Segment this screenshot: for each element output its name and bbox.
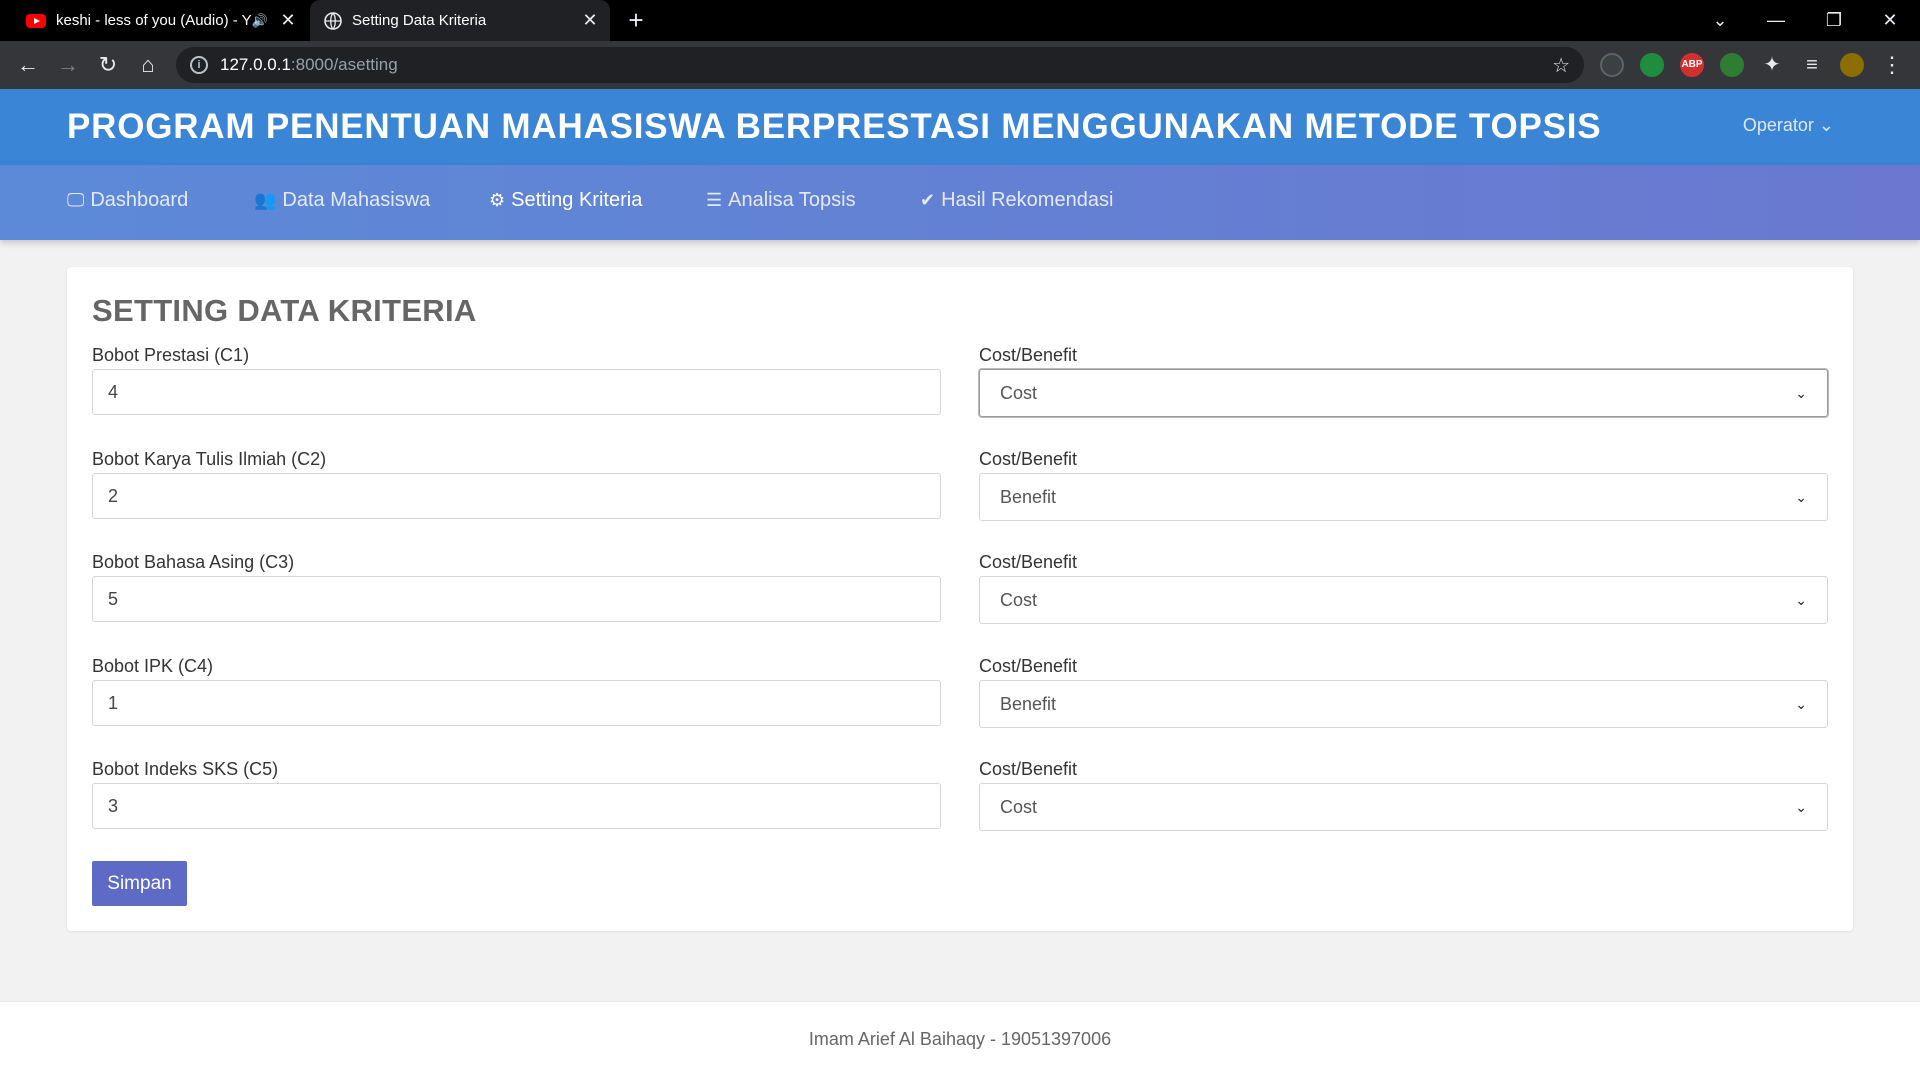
minimize-button[interactable]: — [1756,6,1796,34]
nav-item-dashboard[interactable]: 🖵 Dashboard [67,189,188,212]
menu-icon[interactable]: ⋮ [1876,49,1908,81]
window-close-button[interactable]: ✕ [1870,6,1910,34]
type-label: Cost/Benefit [979,759,1078,779]
star-icon[interactable]: ☆ [1552,53,1570,78]
nav-item-data-mahasiswa[interactable]: 👥 Data Mahasiswa [254,189,430,212]
shield-extension-icon[interactable] [1600,53,1624,77]
type-select-c3[interactable]: Cost ⌄ [979,576,1828,624]
new-tab-button[interactable]: + [622,6,650,34]
location-extension-icon[interactable] [1640,53,1664,77]
check-icon: ✔ [920,190,936,210]
color-extension-icon[interactable] [1720,53,1744,77]
browser-tab-active[interactable]: Setting Data Kriteria ✕ [310,0,610,41]
weight-input-c3[interactable]: 5 [92,576,941,622]
tab-search-icon[interactable]: ⌄ [1700,6,1740,34]
main-nav: 🖵 Dashboard 👥 Data Mahasiswa ⚙ Setting K… [0,165,1920,240]
criteria-row-c4: Bobot IPK (C4) Cost/Benefit 1 Benefit ⌄ [92,656,1828,746]
chevron-down-icon: ⌄ [1795,384,1807,401]
reload-icon[interactable]: ↻ [92,49,124,81]
browser-tab-youtube[interactable]: keshi - less of you (Audio) - Y 🔊 ✕ [8,0,308,41]
browser-toolbar: ← → ↻ ⌂ i 127.0.0.1:8000/asetting ☆ ABP … [0,41,1920,89]
chevron-down-icon: ⌄ [1795,798,1807,815]
tab-title: keshi - less of you (Audio) - Y [56,12,252,29]
type-select-c4[interactable]: Benefit ⌄ [979,680,1828,728]
address-bar[interactable]: i 127.0.0.1:8000/asetting ☆ [176,47,1584,83]
footer-credit: Imam Arief Al Baihaqy - 19051397006 [808,1029,1112,1049]
restore-button[interactable]: ❐ [1814,6,1854,34]
criteria-row-c5: Bobot Indeks SKS (C5) Cost/Benefit 3 Cos… [92,759,1828,849]
type-label: Cost/Benefit [979,656,1078,676]
adblock-icon[interactable]: ABP [1680,53,1704,77]
weight-input-c4[interactable]: 1 [92,680,941,726]
nav-item-analisa-topsis[interactable]: ☰ Analisa Topsis [706,189,856,212]
profile-avatar[interactable] [1840,53,1864,77]
type-select-c2[interactable]: Benefit ⌄ [979,473,1828,521]
weight-label: Bobot Indeks SKS (C5) [92,759,279,779]
info-icon[interactable]: i [190,56,208,74]
chevron-down-icon: ⌄ [1795,695,1807,712]
user-menu[interactable]: Operator ⌄ [1743,115,1834,136]
nav-item-hasil-rekomendasi[interactable]: ✔ Hasil Rekomendasi [920,189,1113,212]
type-select-c1[interactable]: Cost ⌄ [979,369,1828,417]
media-control-icon[interactable]: ≡ [1796,49,1828,81]
youtube-icon [26,13,46,28]
page-title: PROGRAM PENENTUAN MAHASISWA BERPRESTASI … [67,107,1602,146]
type-label: Cost/Benefit [979,552,1078,572]
weight-label: Bobot Prestasi (C1) [92,345,250,365]
app-header: PROGRAM PENENTUAN MAHASISWA BERPRESTASI … [0,89,1920,165]
save-button[interactable]: Simpan [92,861,187,906]
audio-icon[interactable]: 🔊 [252,13,268,29]
tab-close-icon[interactable]: ✕ [580,10,600,31]
type-label: Cost/Benefit [979,345,1078,365]
home-icon[interactable]: ⌂ [132,49,164,81]
card-title: SETTING DATA KRITERIA [92,293,477,328]
weight-input-c1[interactable]: 4 [92,369,941,415]
gear-icon: ⚙ [489,190,506,210]
criteria-row-c2: Bobot Karya Tulis Ilmiah (C2) Cost/Benef… [92,449,1828,539]
nav-item-setting-kriteria[interactable]: ⚙ Setting Kriteria [489,189,642,212]
monitor-icon: 🖵 [67,190,85,210]
weight-input-c2[interactable]: 2 [92,473,941,519]
tab-close-icon[interactable]: ✕ [278,10,298,31]
browser-tabbar: keshi - less of you (Audio) - Y 🔊 ✕ Sett… [0,0,1920,41]
criteria-row-c3: Bobot Bahasa Asing (C3) Cost/Benefit 5 C… [92,552,1828,642]
extensions-icon[interactable]: ✦ [1756,49,1788,81]
list-icon: ☰ [706,190,723,210]
chevron-down-icon: ⌄ [1818,115,1834,135]
weight-label: Bobot Bahasa Asing (C3) [92,552,295,572]
criteria-row-c1: Bobot Prestasi (C1) Cost/Benefit 4 Cost … [92,345,1828,435]
type-select-c5[interactable]: Cost ⌄ [979,783,1828,831]
chevron-down-icon: ⌄ [1795,591,1807,608]
weight-label: Bobot IPK (C4) [92,656,214,676]
globe-icon [324,11,342,30]
settings-card: SETTING DATA KRITERIA Bobot Prestasi (C1… [67,267,1853,931]
footer: Imam Arief Al Baihaqy - 19051397006 [0,1001,1920,1080]
chevron-down-icon: ⌄ [1795,488,1807,505]
users-icon: 👥 [254,190,277,210]
weight-input-c5[interactable]: 3 [92,783,941,829]
forward-icon[interactable]: → [52,49,84,81]
url-text: 127.0.0.1:8000/asetting [220,55,398,74]
type-label: Cost/Benefit [979,449,1078,469]
weight-label: Bobot Karya Tulis Ilmiah (C2) [92,449,327,469]
back-icon[interactable]: ← [12,49,44,81]
tab-title: Setting Data Kriteria [352,12,487,29]
